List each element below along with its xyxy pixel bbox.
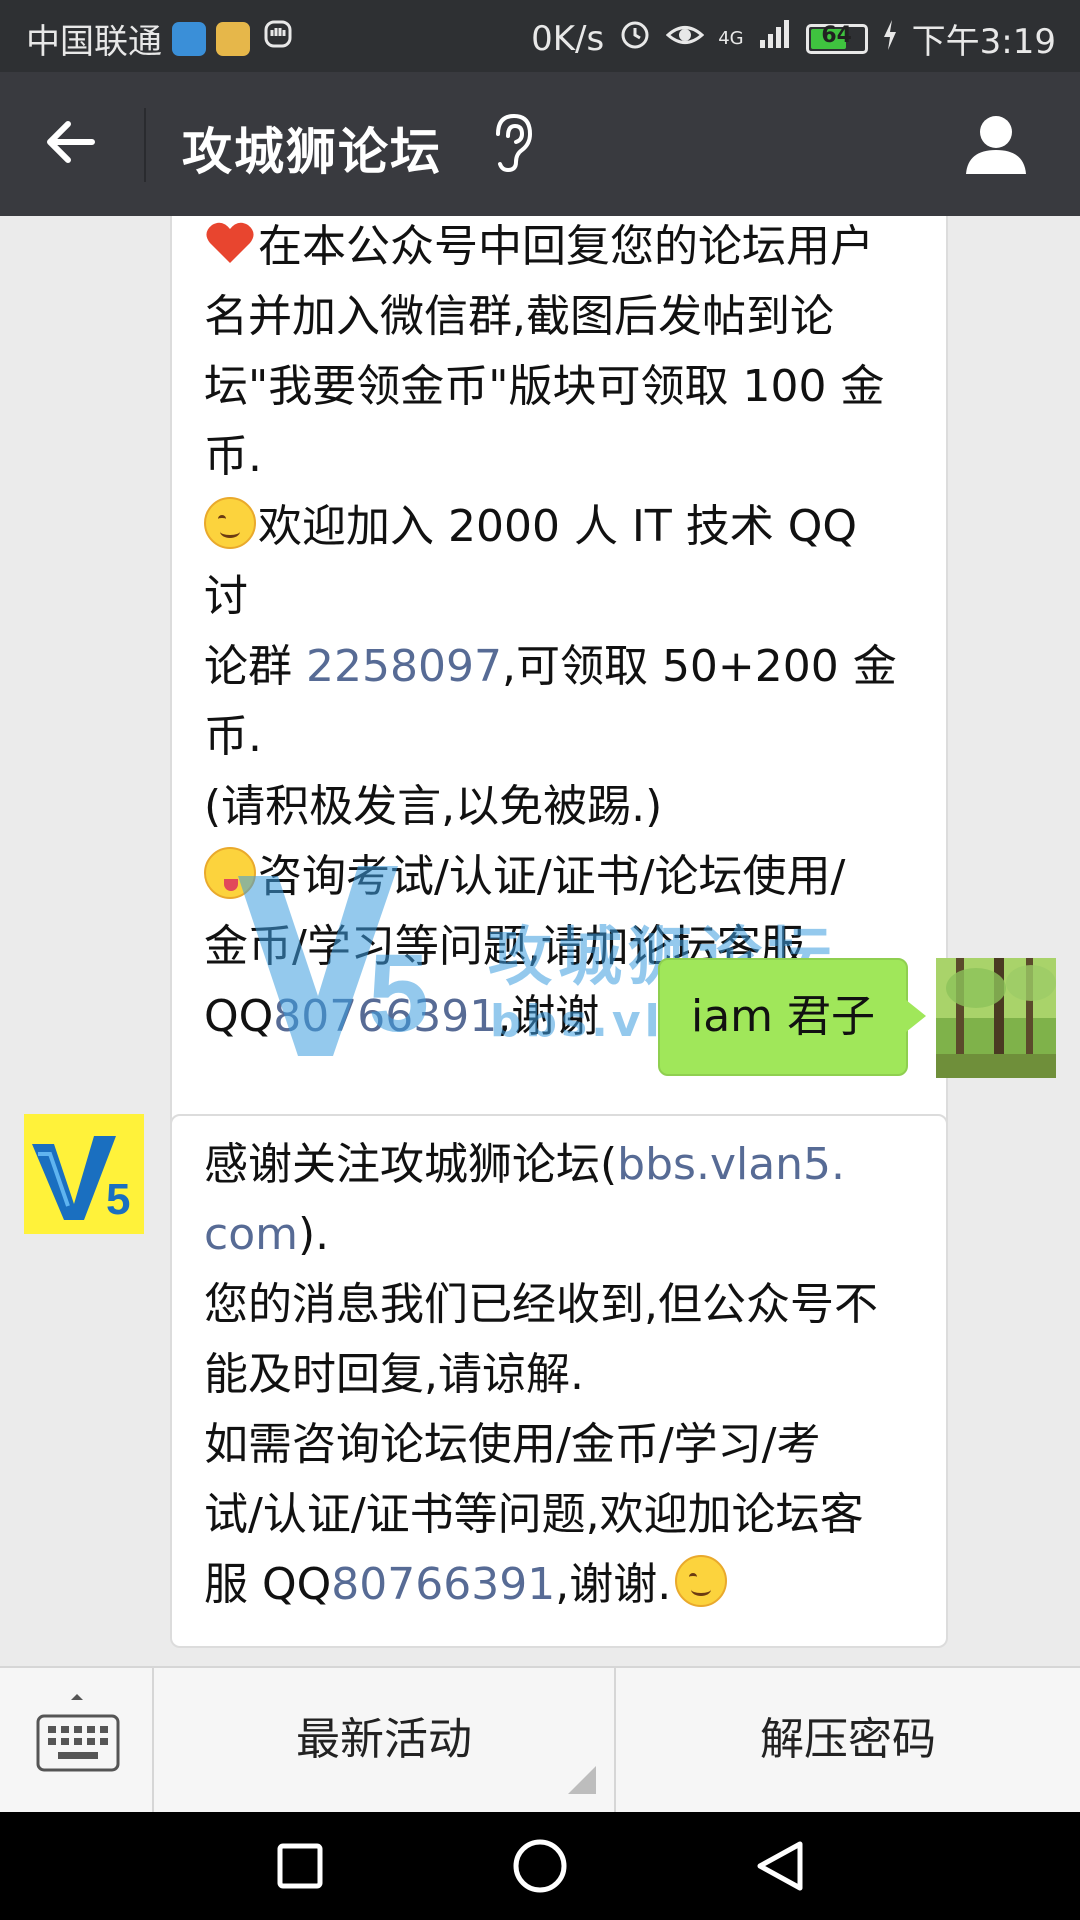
message-line: 您的消息我们已经收到,但公众号不 xyxy=(204,1279,878,1330)
message-line: 服 QQ80766391,谢谢. xyxy=(204,1550,914,1620)
battery-level: 64 xyxy=(821,22,852,48)
eye-icon xyxy=(665,19,705,59)
network-speed: 0K/s xyxy=(531,18,605,59)
official-account-menu: 最新活动 解压密码 xyxy=(0,1666,1080,1812)
notification-icon xyxy=(260,16,296,61)
forum-url-link[interactable]: bbs.vlan5. xyxy=(617,1139,845,1190)
back-arrow-icon xyxy=(47,121,95,163)
app-icon xyxy=(216,21,250,56)
nav-divider xyxy=(144,108,146,182)
forest-avatar-image xyxy=(936,958,1056,1078)
message-line: com). xyxy=(204,1209,330,1260)
carrier-label: 中国联通 xyxy=(26,22,162,62)
smile-emoji-icon xyxy=(204,497,256,549)
message-line: 咨询考试/认证/证书/论坛使用/ xyxy=(204,842,914,912)
smile-emoji-icon xyxy=(675,1555,728,1607)
menu-item-latest-activity[interactable]: 最新活动 xyxy=(154,1668,616,1812)
user-icon xyxy=(966,116,1026,174)
message-line: 能及时回复,请谅解. xyxy=(204,1349,584,1400)
message-line: 如需咨询论坛使用/金币/学习/考 xyxy=(204,1419,821,1470)
user-message-bubble[interactable]: iam 君子 xyxy=(658,958,926,1076)
qq-service-link[interactable]: 80766391 xyxy=(331,1559,555,1610)
alarm-icon xyxy=(618,17,652,60)
menu-item-label: 解压密码 xyxy=(760,1714,936,1765)
navigation-bar: 攻城狮论坛 xyxy=(0,72,1080,216)
home-button[interactable] xyxy=(513,1839,567,1893)
bot-avatar[interactable]: 5 xyxy=(24,1114,144,1234)
wink-emoji-icon xyxy=(204,847,256,899)
user-message-text: iam 君子 xyxy=(690,991,876,1042)
svg-text:5: 5 xyxy=(106,1175,130,1224)
battery-icon: 64 xyxy=(805,22,868,54)
message-line: 感谢关注攻城狮论坛(bbs.vlan5. xyxy=(204,1139,846,1190)
v5-logo-icon: 5 xyxy=(24,1114,144,1234)
recent-apps-button[interactable] xyxy=(277,1843,323,1889)
message-line: 试/认证/证书等问题,欢迎加论坛客 xyxy=(204,1489,864,1540)
telegram-icon xyxy=(172,21,206,56)
keyboard-icon xyxy=(36,1694,120,1772)
menu-item-label: 最新活动 xyxy=(296,1714,472,1765)
message-line: 坛"我要领金币"版块可领取 100 金 xyxy=(204,361,885,412)
clock: 下午3:19 xyxy=(911,22,1056,62)
charging-icon xyxy=(882,19,898,59)
message-line: 名并加入微信群,截图后发帖到论 xyxy=(204,291,834,342)
system-navigation-bar xyxy=(0,1812,1080,1920)
menu-item-unzip-password[interactable]: 解压密码 xyxy=(616,1668,1080,1812)
back-button[interactable] xyxy=(44,116,96,176)
chat-area[interactable]: 在本公众号中回复您的论坛用户 名并加入微信群,截图后发帖到论 坛"我要领金币"版… xyxy=(0,216,1080,1666)
heart-emoji-icon xyxy=(204,217,256,269)
keyboard-toggle-button[interactable] xyxy=(0,1668,154,1812)
qq-group-link[interactable]: 2258097 xyxy=(306,641,502,692)
status-right: 0K/s 4G 64 下午3:19 xyxy=(531,14,1056,63)
status-left: 中国联通 xyxy=(26,14,296,63)
page-title: 攻城狮论坛 xyxy=(182,123,442,181)
bot-reply-bubble[interactable]: 感谢关注攻城狮论坛(bbs.vlan5. com). 您的消息我们已经收到,但公… xyxy=(170,1114,948,1648)
earpiece-mode-icon xyxy=(490,112,534,178)
message-line: 论群 2258097,可领取 50+200 金币. xyxy=(204,641,897,762)
back-nav-button[interactable] xyxy=(757,1841,803,1891)
message-line: 在本公众号中回复您的论坛用户 xyxy=(204,216,914,282)
profile-button[interactable] xyxy=(964,112,1028,180)
status-bar: 中国联通 0K/s 4G 64 下午3:19 xyxy=(0,0,1080,72)
message-line: (请积极发言,以免被踢.) xyxy=(204,781,663,832)
qq-service-link[interactable]: 80766391 xyxy=(273,991,497,1042)
user-avatar[interactable] xyxy=(936,958,1056,1078)
submenu-indicator-icon xyxy=(568,1766,596,1794)
network-type: 4G xyxy=(718,28,744,49)
forum-url-link-cont[interactable]: com xyxy=(204,1209,298,1260)
signal-icon xyxy=(758,18,792,59)
message-line: 欢迎加入 2000 人 IT 技术 QQ 讨 xyxy=(204,492,914,632)
message-line: 币. xyxy=(204,431,262,482)
